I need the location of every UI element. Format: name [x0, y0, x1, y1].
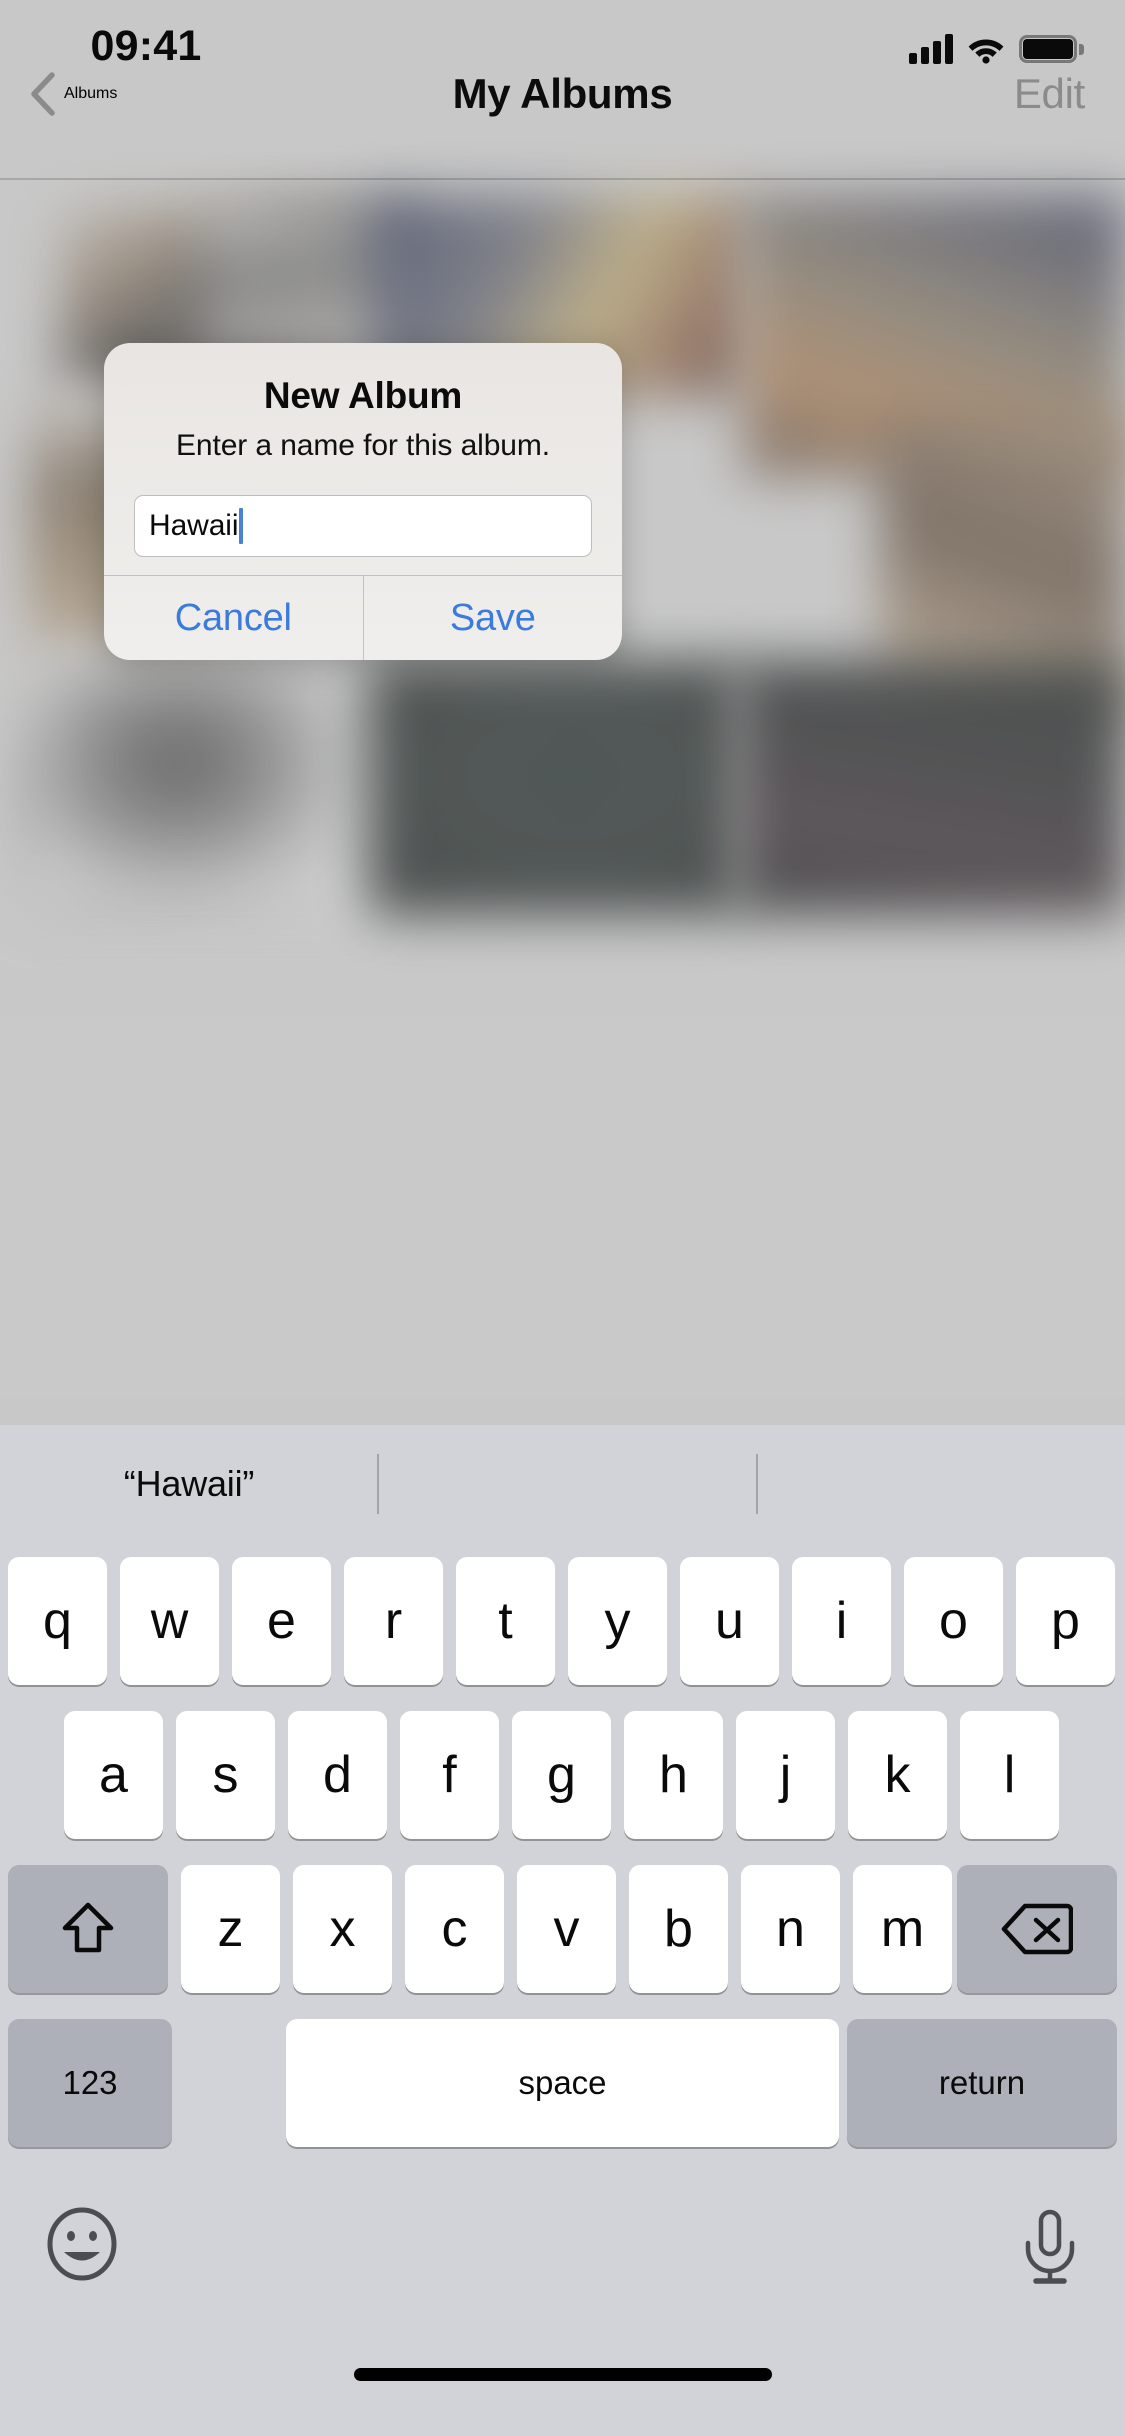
cancel-button[interactable]: Cancel — [104, 576, 363, 660]
onscreen-keyboard: “Hawaii” qwertyuiop asdfghjkl zxcvbnm 12… — [0, 1425, 1125, 2436]
suggestion-item[interactable] — [378, 1425, 757, 1543]
photo-grid-background — [0, 0, 1125, 1425]
cellular-bars-icon — [909, 34, 953, 64]
key-q[interactable]: q — [8, 1557, 107, 1685]
key-s[interactable]: s — [176, 1711, 275, 1839]
alert-message: Enter a name for this album. — [175, 429, 551, 462]
key-x[interactable]: x — [293, 1865, 392, 1993]
keyboard-row-4: 123 space return — [0, 2009, 1125, 2159]
status-bar-clock: 09:41 — [90, 22, 202, 70]
key-h[interactable]: h — [624, 1711, 723, 1839]
key-n[interactable]: n — [741, 1865, 840, 1993]
home-indicator-bar — [353, 2368, 772, 2381]
key-m[interactable]: m — [853, 1865, 952, 1993]
modal-dimming-scrim — [0, 0, 1125, 1425]
space-key[interactable]: space — [286, 2019, 839, 2147]
key-f[interactable]: f — [400, 1711, 499, 1839]
key-g[interactable]: g — [512, 1711, 611, 1839]
key-y[interactable]: y — [568, 1557, 667, 1685]
key-w[interactable]: w — [120, 1557, 219, 1685]
save-button[interactable]: Save — [362, 576, 623, 660]
key-u[interactable]: u — [680, 1557, 779, 1685]
key-i[interactable]: i — [792, 1557, 891, 1685]
new-album-alert-dialog: New Album Enter a name for this album. H… — [104, 343, 622, 660]
keyboard-row-3: zxcvbnm — [0, 1855, 1125, 2005]
suggestion-item[interactable] — [757, 1425, 1125, 1543]
predictive-suggestion-bar: “Hawaii” — [0, 1425, 1125, 1543]
battery-full-icon — [1019, 35, 1084, 63]
alert-button-row: Cancel Save — [104, 575, 622, 660]
album-name-input-value: Hawaii — [149, 509, 239, 542]
text-cursor-caret — [239, 508, 244, 544]
keyboard-accessory-row — [0, 2185, 1125, 2325]
key-l[interactable]: l — [960, 1711, 1059, 1839]
key-d[interactable]: d — [288, 1711, 387, 1839]
key-a[interactable]: a — [64, 1711, 163, 1839]
navigation-bar-separator — [0, 178, 1125, 180]
status-bar-indicators — [909, 34, 1084, 64]
key-j[interactable]: j — [736, 1711, 835, 1839]
key-b[interactable]: b — [629, 1865, 728, 1993]
keyboard-row-2: asdfghjkl — [0, 1701, 1125, 1851]
shift-arrow-up-icon — [62, 1902, 114, 1953]
key-z[interactable]: z — [181, 1865, 280, 1993]
microphone-icon[interactable] — [1020, 2207, 1080, 2287]
key-k[interactable]: k — [848, 1711, 947, 1839]
key-r[interactable]: r — [344, 1557, 443, 1685]
album-name-input[interactable]: Hawaii — [134, 495, 592, 557]
backspace-delete-icon — [1001, 1903, 1073, 1955]
key-e[interactable]: e — [232, 1557, 331, 1685]
wifi-icon — [968, 39, 1004, 64]
keyboard-row-1: qwertyuiop — [0, 1547, 1125, 1697]
shift-key[interactable] — [8, 1865, 168, 1993]
key-c[interactable]: c — [405, 1865, 504, 1993]
emoji-smiley-icon[interactable] — [45, 2207, 119, 2281]
return-key[interactable]: return — [847, 2019, 1117, 2147]
numbers-key[interactable]: 123 — [8, 2019, 172, 2147]
alert-title: New Album — [263, 375, 463, 416]
suggestion-item[interactable]: “Hawaii” — [0, 1425, 378, 1543]
status-bar: 09:41 — [0, 0, 1125, 132]
key-v[interactable]: v — [517, 1865, 616, 1993]
key-t[interactable]: t — [456, 1557, 555, 1685]
key-o[interactable]: o — [904, 1557, 1003, 1685]
key-p[interactable]: p — [1016, 1557, 1115, 1685]
delete-key[interactable] — [957, 1865, 1117, 1993]
